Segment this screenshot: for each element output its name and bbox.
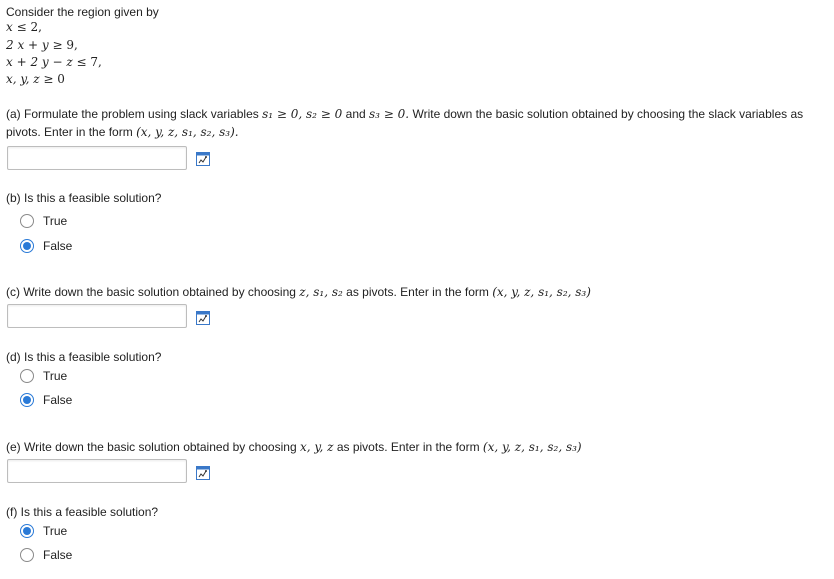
constraint-3-lhs: x + 2 y − z: [6, 55, 73, 69]
radio-button-selected[interactable]: [20, 393, 34, 407]
part-e-answer-input[interactable]: [7, 459, 187, 483]
part-f-option-true[interactable]: True: [20, 523, 67, 539]
part-b-question: (b) Is this a feasible solution?: [6, 191, 162, 205]
radio-button[interactable]: [20, 214, 34, 228]
part-a-prefix: (a) Formulate the problem using slack va…: [6, 107, 263, 121]
part-c-suffix: as pivots. Enter in the form: [342, 285, 493, 299]
constraint-3-rel: ≤: [72, 55, 91, 69]
part-d-option-false[interactable]: False: [20, 392, 72, 408]
part-e-suffix: as pivots. Enter in the form: [333, 440, 483, 454]
part-c-question: (c) Write down the basic solution obtain…: [6, 285, 591, 299]
constraint-3-rhs: 7,: [90, 55, 102, 69]
constraint-1-rel: ≤: [12, 20, 31, 34]
part-e-question: (e) Write down the basic solution obtain…: [6, 440, 582, 454]
part-e-prefix: (e) Write down the basic solution obtain…: [6, 440, 300, 454]
radio-button[interactable]: [20, 548, 34, 562]
constraint-2-lhs: 2 x + y: [6, 38, 49, 52]
part-b-option-false-label: False: [43, 239, 73, 253]
part-b-option-false[interactable]: False: [20, 238, 72, 254]
part-f-option-false[interactable]: False: [20, 547, 72, 563]
constraint-2: 2 x + y ≥ 9,: [6, 38, 78, 52]
radio-button-selected[interactable]: [20, 524, 34, 538]
part-c-pivots: z, s₁, s₂: [299, 285, 343, 299]
constraint-4-rhs: 0: [57, 72, 65, 86]
part-d-option-true-label: True: [43, 369, 68, 383]
constraint-1-lhs: x: [6, 20, 13, 34]
constraint-2-rhs: 9,: [66, 38, 78, 52]
preview-math-icon[interactable]: [195, 151, 211, 167]
constraint-4-rel: ≥: [39, 72, 58, 86]
constraint-1-rhs: 2,: [30, 20, 42, 34]
radio-button[interactable]: [20, 369, 34, 383]
constraint-4: x, y, z ≥ 0: [6, 72, 65, 86]
part-a-answer-input[interactable]: [7, 146, 187, 170]
part-a-suffix: Write down the basic solution obtained b…: [409, 107, 804, 121]
part-a-s3-expr: s₃ ≥ 0.: [369, 107, 410, 121]
preview-math-icon[interactable]: [195, 310, 211, 326]
part-f-option-false-label: False: [43, 548, 73, 562]
constraint-4-lhs: x, y, z: [6, 72, 40, 86]
part-a-question-line1: (a) Formulate the problem using slack va…: [6, 107, 803, 121]
part-a-form: (x, y, z, s₁, s₂, s₃).: [136, 125, 239, 139]
part-e-form: (x, y, z, s₁, s₂, s₃): [482, 440, 582, 454]
part-a-line2-prefix: pivots. Enter in the form: [6, 125, 137, 139]
constraint-2-rel: ≥: [48, 38, 67, 52]
part-d-option-false-label: False: [43, 393, 73, 407]
preview-math-icon[interactable]: [195, 465, 211, 481]
constraint-3: x + 2 y − z ≤ 7,: [6, 55, 102, 69]
part-c-form: (x, y, z, s₁, s₂, s₃): [492, 285, 591, 299]
part-a-question-line2: pivots. Enter in the form (x, y, z, s₁, …: [6, 125, 239, 139]
part-b-option-true[interactable]: True: [20, 213, 67, 229]
intro-text: Consider the region given by: [6, 5, 159, 19]
part-d-option-true[interactable]: True: [20, 368, 67, 384]
part-a-slack-expr: s₁ ≥ 0, s₂ ≥ 0: [262, 107, 343, 121]
part-c-prefix: (c) Write down the basic solution obtain…: [6, 285, 300, 299]
part-c-answer-input[interactable]: [7, 304, 187, 328]
part-e-pivots: x, y, z: [299, 440, 334, 454]
part-a-and: and: [342, 107, 370, 121]
part-f-option-true-label: True: [43, 524, 68, 538]
radio-button-selected[interactable]: [20, 239, 34, 253]
part-d-question: (d) Is this a feasible solution?: [6, 350, 162, 364]
part-b-option-true-label: True: [43, 214, 68, 228]
constraint-1: x ≤ 2,: [6, 20, 42, 34]
part-f-question: (f) Is this a feasible solution?: [6, 505, 159, 519]
